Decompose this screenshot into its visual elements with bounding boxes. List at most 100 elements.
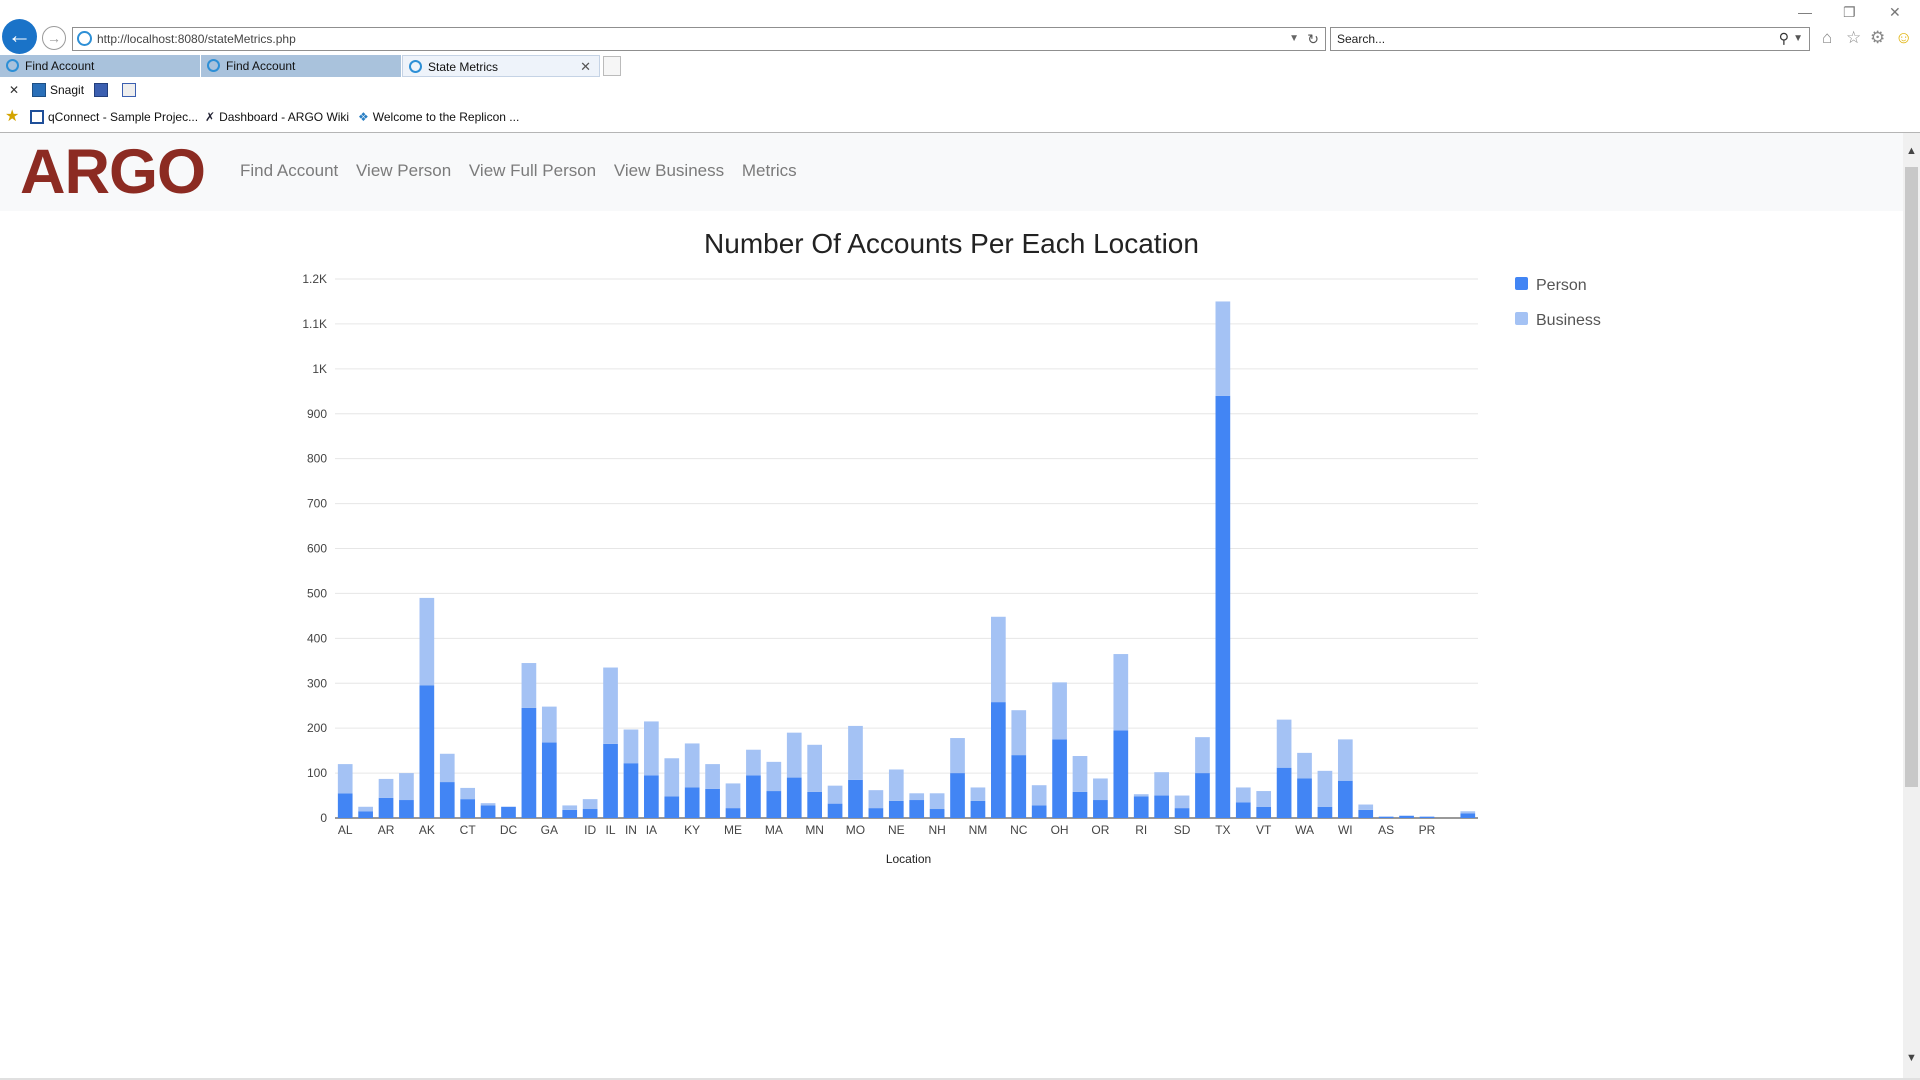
bar-business-ga[interactable] [541,706,557,743]
bar-business-tx[interactable] [1215,301,1231,396]
bar-person-ca[interactable] [399,800,414,818]
bar-business-ks[interactable] [664,758,680,797]
bar-person-wy[interactable] [1358,809,1374,818]
bar-person-tx[interactable] [1215,395,1231,818]
bar-business-ca[interactable] [399,773,414,801]
address-url[interactable]: http://localhost:8080/stateMetrics.php [97,28,296,50]
bar-person-de[interactable] [480,805,496,818]
back-button[interactable]: ← [2,19,37,54]
bar-business-ny[interactable] [991,616,1006,703]
bar-person-ne[interactable] [888,800,904,818]
bar-person-gu[interactable] [1399,815,1414,818]
close-tab-icon[interactable]: ✕ [580,56,591,78]
bar-person-sd[interactable] [1174,808,1190,818]
bar-person-me[interactable] [725,808,741,818]
favorites-star-icon[interactable]: ☆ [1846,28,1861,48]
bar-person-nv[interactable] [909,800,925,818]
bar-person-co[interactable] [439,782,455,818]
legend-item-person[interactable]: Person [1515,276,1601,311]
bar-person-ct[interactable] [460,799,476,818]
bar-business-nj[interactable] [950,738,965,774]
bar-business-in[interactable] [623,729,639,764]
bar-person-mt[interactable] [868,808,884,818]
bar-person-il[interactable] [603,743,618,818]
bar-business-vt[interactable] [1256,791,1272,807]
bar-business-mo[interactable] [848,725,863,780]
new-tab-button[interactable] [603,56,621,76]
bar-business-ky[interactable] [684,743,700,788]
bar-person-ut[interactable] [1235,802,1251,818]
bar-person-hi[interactable] [562,809,578,818]
bar-person-tn[interactable] [1195,773,1210,818]
bar-business-nm[interactable] [970,787,986,801]
bar-person-sc[interactable] [1154,795,1169,818]
bar-business-oh[interactable] [1052,682,1067,740]
tab-find-account-2[interactable]: Find Account [201,55,401,77]
bar-person-mi[interactable] [786,777,802,818]
bar-business-ia[interactable] [644,721,659,776]
bar-person-ar[interactable] [378,797,394,818]
snagit-capture-button[interactable] [94,78,112,102]
bar-person-nd[interactable] [1031,805,1047,818]
bar-business-sd[interactable] [1174,795,1190,809]
bar-person-va[interactable] [1276,767,1292,818]
bar-business-az[interactable] [358,806,373,812]
bar-business-ms[interactable] [827,785,843,804]
bar-business-um[interactable] [1460,811,1476,814]
tab-find-account-1[interactable]: Find Account [0,55,200,77]
bar-person-in[interactable] [623,763,639,818]
bar-person-md[interactable] [746,775,761,818]
bar-person-pa[interactable] [1113,730,1129,818]
forward-button[interactable]: → [42,26,66,50]
bar-person-mo[interactable] [848,779,863,818]
snagit-button[interactable]: Snagit [32,78,84,102]
bar-person-ma[interactable] [766,791,782,818]
bar-person-wv[interactable] [1317,806,1333,818]
bar-person-ny[interactable] [991,702,1006,818]
bar-person-ga[interactable] [541,742,557,818]
bar-person-um[interactable] [1460,813,1476,818]
bar-person-dc[interactable] [501,806,516,818]
bar-business-ar[interactable] [378,778,394,798]
favorite-argo-wiki[interactable]: ✗ Dashboard - ARGO Wiki [205,105,349,129]
restore-icon[interactable]: ❐ [1843,4,1856,21]
minimize-icon[interactable]: — [1798,4,1812,20]
bar-business-nv[interactable] [909,793,925,801]
bar-business-wv[interactable] [1317,770,1333,807]
bar-business-ne[interactable] [888,769,904,801]
bar-business-fl[interactable] [521,663,537,708]
bar-business-id[interactable] [582,799,598,810]
bar-person-al[interactable] [337,793,353,818]
bar-business-or[interactable] [1093,778,1108,801]
scroll-up-icon[interactable]: ▲ [1903,143,1920,160]
bar-person-ks[interactable] [664,796,680,818]
bar-person-ia[interactable] [644,775,659,818]
legend-item-business[interactable]: Business [1515,311,1601,346]
favorite-replicon[interactable]: ❖ Welcome to the Replicon ... [358,105,519,129]
bar-business-ri[interactable] [1133,794,1149,797]
bar-business-wi[interactable] [1337,739,1353,781]
bar-business-wa[interactable] [1297,752,1312,779]
bar-person-mn[interactable] [807,791,822,818]
bar-person-fl[interactable] [521,707,537,818]
bar-person-oh[interactable] [1052,739,1067,818]
bar-person-id[interactable] [582,809,598,818]
bar-business-hi[interactable] [562,805,578,810]
close-commandbar-icon[interactable]: ✕ [9,78,19,102]
scroll-thumb[interactable] [1905,167,1918,787]
address-dropdown-icon[interactable]: ▼ [1289,28,1299,50]
search-icon[interactable]: ⚲ [1779,27,1789,49]
bar-person-wi[interactable] [1337,780,1353,818]
bar-business-md[interactable] [746,749,761,776]
home-icon[interactable]: ⌂ [1822,28,1832,48]
bar-person-ri[interactable] [1133,796,1149,818]
bar-business-mt[interactable] [868,790,884,809]
search-dropdown-icon[interactable]: ▼ [1793,28,1803,50]
bar-person-la[interactable] [705,788,720,818]
settings-gear-icon[interactable]: ⚙ [1870,28,1885,48]
bar-business-de[interactable] [480,803,496,806]
bar-business-nh[interactable] [929,793,945,810]
bar-business-ut[interactable] [1235,787,1251,803]
bar-person-ok[interactable] [1072,791,1088,818]
search-input[interactable] [1337,30,1757,48]
